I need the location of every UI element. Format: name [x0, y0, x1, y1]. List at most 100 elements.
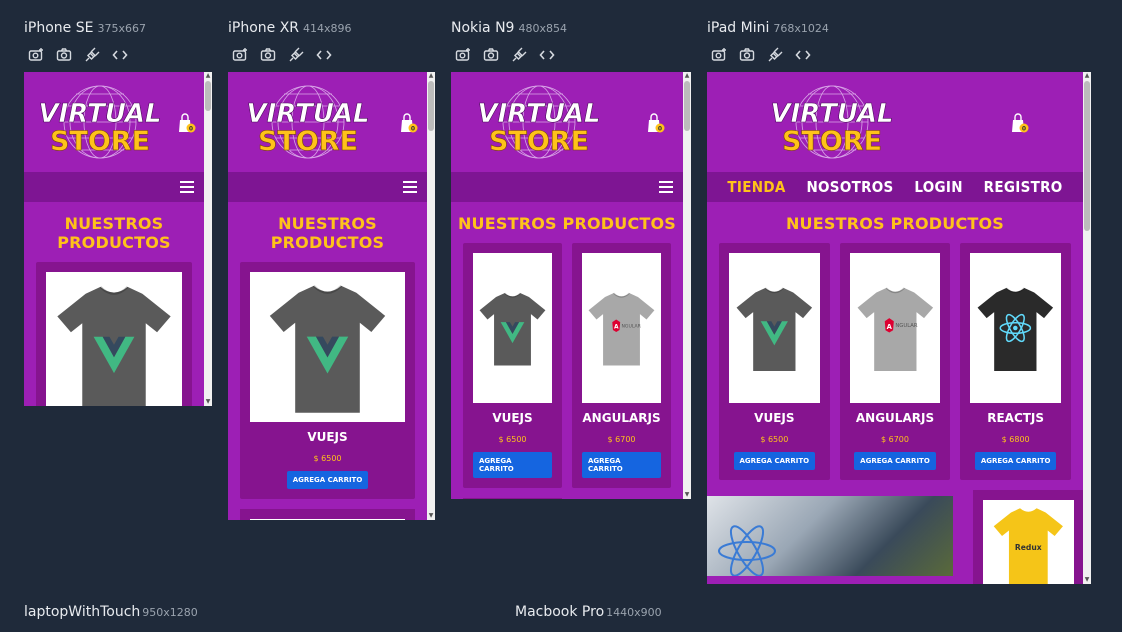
scrollbar[interactable]: ▲ ▼ — [1083, 72, 1091, 584]
next-row-preview: Redux — [707, 480, 1091, 584]
nav-link-registro[interactable]: REGISTRO — [984, 178, 1063, 196]
scrollbar-thumb[interactable] — [205, 81, 211, 111]
add-to-cart-button[interactable]: AGREGA CARRITO — [854, 452, 936, 470]
redux-label: Redux — [1015, 543, 1042, 552]
camera-icon[interactable] — [259, 46, 277, 64]
code-icon[interactable] — [111, 46, 129, 64]
store-logo[interactable]: VIRTUAL STORE — [238, 82, 378, 168]
cart-icon[interactable]: 0 — [645, 112, 665, 136]
plug-icon[interactable] — [287, 46, 305, 64]
plug-icon[interactable] — [83, 46, 101, 64]
hamburger-menu-icon[interactable] — [180, 181, 194, 193]
product-image[interactable] — [250, 272, 405, 422]
scrollbar[interactable]: ▲ ▼ — [683, 72, 691, 499]
plug-icon[interactable] — [766, 46, 784, 64]
scroll-up-icon[interactable]: ▲ — [1083, 72, 1091, 80]
scroll-down-icon[interactable]: ▼ — [1083, 576, 1091, 584]
camera-icon[interactable] — [738, 46, 756, 64]
banner-image — [707, 496, 953, 576]
hamburger-menu-icon[interactable] — [403, 181, 417, 193]
camera-plus-icon[interactable] — [710, 46, 728, 64]
scroll-down-icon[interactable]: ▼ — [427, 512, 435, 520]
product-card: VUEJS$ 6500AGREGA CARRITO — [36, 262, 192, 406]
logo-top-text: VIRTUAL — [770, 99, 893, 129]
product-price: $ 6700 — [607, 435, 636, 444]
product-price: $ 6500 — [498, 435, 527, 444]
next-row-preview — [228, 499, 435, 520]
scrollbar-thumb[interactable] — [1084, 81, 1090, 231]
device-frame-iphone-xr: VIRTUAL STORE 0 NUESTROS PRODUCTOS VUEJS $ 65… — [228, 72, 435, 520]
add-to-cart-button[interactable]: AGREGA CARRITO — [582, 452, 661, 478]
logo-top-text: VIRTUAL — [38, 99, 161, 129]
navbar — [228, 172, 435, 202]
code-icon[interactable] — [794, 46, 812, 64]
svg-text:NGULAR: NGULAR — [622, 323, 642, 329]
svg-text:0: 0 — [1022, 126, 1026, 133]
navbar: TIENDA NOSOTROS LOGIN REGISTRO — [707, 172, 1091, 202]
device-frame-nokia-n9: VIRTUAL STORE 0 NUESTROS PRODUCTOS VUEJS $ 65… — [451, 72, 691, 499]
store-logo[interactable]: VIRTUAL STORE — [30, 82, 170, 168]
device-frame-iphone-se: VIRTUALSTORE 0 NUESTROS PRODUCTOS VUEJS$ 65… — [24, 72, 212, 406]
store-logo[interactable]: VIRTUAL STORE — [469, 82, 609, 168]
product-grid: VUEJS $ 6500 AGREGA CARRITO — [228, 262, 435, 499]
scrollbar-thumb[interactable] — [684, 81, 690, 131]
code-icon[interactable] — [315, 46, 333, 64]
scrollbar[interactable]: ▲ ▼ — [204, 72, 212, 406]
device-toolbar — [454, 46, 556, 64]
product-image[interactable] — [250, 519, 405, 520]
add-to-cart-button[interactable]: AGREGA CARRITO — [733, 452, 816, 470]
site-header: VIRTUAL STORE 0 — [228, 72, 435, 172]
scroll-up-icon[interactable]: ▲ — [683, 72, 691, 80]
cart-icon[interactable]: 0 — [176, 112, 196, 136]
plug-icon[interactable] — [510, 46, 528, 64]
hamburger-menu-icon[interactable] — [659, 181, 673, 193]
device-frame-ipad-mini: VIRTUAL STORE 0 TIENDA NOSOTROS LOGIN REGISTRO… — [707, 72, 1091, 584]
product-price: $ 6500 — [760, 435, 789, 444]
camera-icon[interactable] — [55, 46, 73, 64]
svg-text:0: 0 — [411, 126, 415, 133]
svg-text:0: 0 — [189, 126, 193, 133]
section-title: NUESTROS PRODUCTOS — [270, 214, 385, 252]
product-card: VUEJS$ 6500AGREGA CARRITO — [240, 262, 415, 499]
nav-link-tienda[interactable]: TIENDA — [727, 178, 785, 196]
product-image[interactable] — [46, 272, 182, 406]
scroll-up-icon[interactable]: ▲ — [427, 72, 435, 80]
scroll-down-icon[interactable]: ▼ — [204, 398, 212, 406]
scroll-down-icon[interactable]: ▼ — [683, 491, 691, 499]
product-grid: VUEJS $ 6500 AGREGA CARRITO A NGULAR ANGULARJ… — [707, 243, 1091, 480]
product-grid: VUEJS $ 6500 AGREGA CARRITO A NGULAR ANGULARJ… — [451, 243, 691, 488]
product-name: ANGULARJS — [582, 411, 661, 425]
product-card: Redux — [973, 490, 1084, 584]
camera-icon[interactable] — [482, 46, 500, 64]
nav-link-nosotros[interactable]: NOSOTROS — [806, 178, 893, 196]
device-toolbar — [231, 46, 333, 64]
product-card: A NGULAR ANGULARJS $ 6700 AGREGA CARRITO — [572, 243, 671, 488]
add-to-cart-button[interactable]: AGREGA CARRITO — [286, 471, 369, 489]
device-label-iphone-se: iPhone SE 375x667 — [24, 20, 146, 36]
product-image[interactable]: A NGULAR — [582, 253, 661, 403]
site-header: VIRTUAL STORE 0 — [451, 72, 691, 172]
camera-plus-icon[interactable] — [231, 46, 249, 64]
nav-link-login[interactable]: LOGIN — [914, 178, 962, 196]
add-to-cart-button[interactable]: AGREGA CARRITO — [473, 452, 552, 478]
navbar — [451, 172, 691, 202]
code-icon[interactable] — [538, 46, 556, 64]
device-toolbar — [710, 46, 812, 64]
camera-plus-icon[interactable] — [454, 46, 472, 64]
scrollbar-thumb[interactable] — [428, 81, 434, 131]
product-image[interactable]: A NGULAR — [849, 253, 941, 403]
product-card — [240, 509, 415, 520]
product-image[interactable] — [970, 253, 1061, 403]
svg-text:A: A — [614, 325, 619, 331]
product-image[interactable] — [729, 253, 820, 403]
camera-plus-icon[interactable] — [27, 46, 45, 64]
cart-icon[interactable]: 0 — [1009, 112, 1029, 136]
scroll-up-icon[interactable]: ▲ — [204, 72, 212, 80]
cart-icon[interactable]: 0 — [398, 112, 418, 136]
add-to-cart-button[interactable]: AGREGA CARRITO — [974, 452, 1057, 470]
store-logo[interactable]: VIRTUAL STORE — [762, 82, 902, 168]
product-image[interactable]: Redux — [983, 500, 1074, 584]
scrollbar[interactable]: ▲ ▼ — [427, 72, 435, 520]
product-name: ANGULARJS — [855, 411, 935, 425]
product-image[interactable] — [473, 253, 552, 403]
